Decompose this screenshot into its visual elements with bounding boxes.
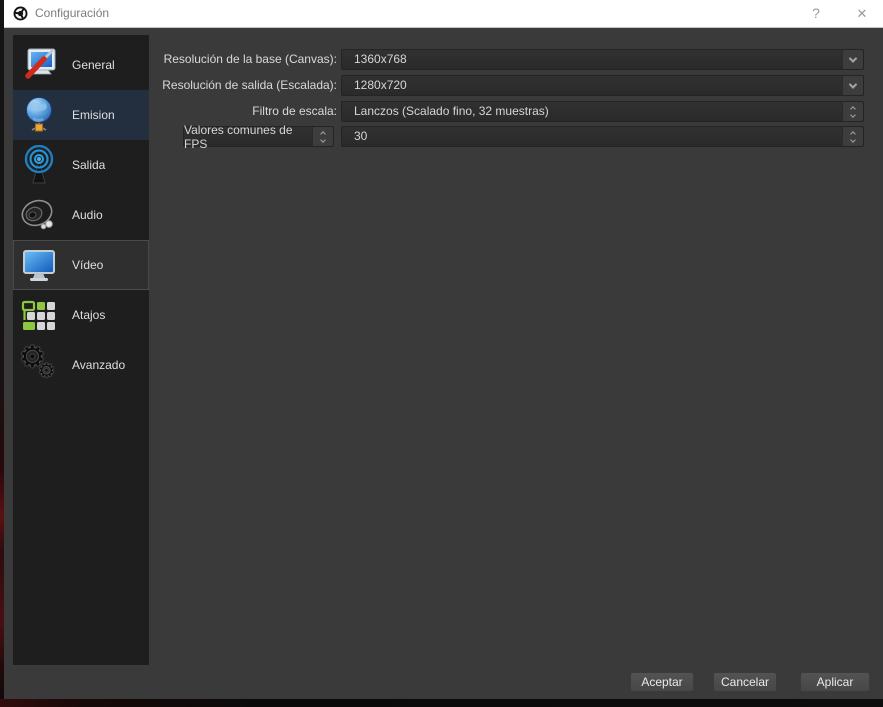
screen: Configuración ? ✕	[0, 0, 883, 707]
fps-value-combobox[interactable]: 30	[341, 126, 864, 147]
chevron-down-icon[interactable]	[842, 76, 863, 95]
fps-type-combobox[interactable]: Valores comunes de FPS	[183, 126, 334, 147]
fps-type-label: Valores comunes de FPS	[184, 123, 333, 151]
help-button[interactable]: ?	[801, 0, 831, 27]
speaker-icon	[19, 195, 59, 235]
scale-filter-combobox[interactable]: Lanczos (Scalado fino, 32 muestras)	[341, 101, 864, 122]
close-icon[interactable]: ✕	[847, 0, 877, 27]
sidebar-item-label: Avanzado	[72, 358, 125, 372]
gears-icon: ⚙ ⚙	[17, 342, 61, 388]
scale-filter-label: Filtro de escala:	[155, 101, 337, 122]
monitor-tools-icon	[19, 45, 59, 85]
settings-dialog: Configuración ? ✕	[4, 0, 883, 699]
settings-nav-list: General Emision	[13, 35, 149, 665]
spinner-up-down-icon[interactable]	[312, 127, 333, 146]
output-resolution-combobox[interactable]: 1280x720	[341, 75, 864, 96]
apply-button[interactable]: Aplicar	[800, 672, 870, 692]
sidebar-item-label: General	[72, 58, 115, 72]
monitor-icon	[19, 245, 59, 285]
canvas-resolution-label: Resolución de la base (Canvas):	[155, 49, 337, 70]
titlebar[interactable]: Configuración ? ✕	[4, 0, 883, 28]
output-resolution-label: Resolución de salida (Escalada):	[155, 75, 337, 96]
obs-logo-icon	[13, 6, 28, 21]
sidebar-item-avanzado[interactable]: ⚙ ⚙ Avanzado	[13, 340, 149, 390]
background-app-bottom-sliver	[0, 699, 883, 707]
sidebar-item-label: Audio	[72, 208, 103, 222]
globe-network-icon	[19, 95, 59, 135]
sidebar-item-atajos[interactable]: Atajos	[13, 290, 149, 340]
sidebar-item-general[interactable]: General	[13, 40, 149, 90]
window-title: Configuración	[35, 0, 109, 27]
sidebar-item-label: Salida	[72, 158, 105, 172]
sidebar-item-label: Emision	[72, 108, 115, 122]
sidebar-item-video[interactable]: Vídeo	[13, 240, 149, 290]
cancel-button[interactable]: Cancelar	[713, 672, 777, 692]
fps-value: 30	[354, 127, 863, 146]
canvas-resolution-combobox[interactable]: 1360x768	[341, 49, 864, 70]
output-resolution-value: 1280x720	[354, 76, 863, 95]
sidebar-item-label: Vídeo	[72, 258, 103, 272]
sidebar-item-audio[interactable]: Audio	[13, 190, 149, 240]
sidebar-item-salida[interactable]: Salida	[13, 140, 149, 190]
spinner-up-down-icon[interactable]	[842, 102, 863, 121]
chevron-down-icon[interactable]	[842, 50, 863, 69]
scale-filter-value: Lanczos (Scalado fino, 32 muestras)	[354, 102, 863, 121]
sidebar-item-emision[interactable]: Emision	[13, 90, 149, 140]
sidebar-item-label: Atajos	[72, 308, 105, 322]
spinner-up-down-icon[interactable]	[842, 127, 863, 146]
accept-button[interactable]: Aceptar	[630, 672, 694, 692]
dialog-body: General Emision	[4, 28, 883, 699]
broadcast-antenna-icon	[19, 145, 59, 185]
canvas-resolution-value: 1360x768	[354, 50, 863, 69]
keyboard-icon	[19, 295, 59, 335]
